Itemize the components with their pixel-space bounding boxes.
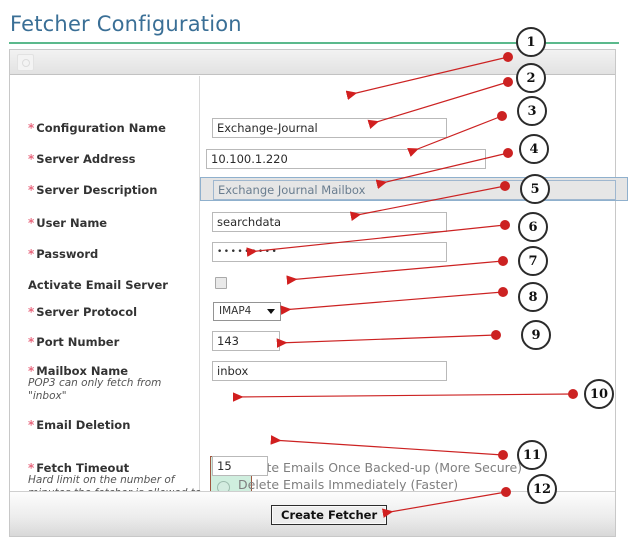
required-asterisk: * xyxy=(28,461,35,475)
callout-5: 5 xyxy=(520,174,550,204)
fetcher-configuration-screen: Fetcher Configuration * Configuration Nam… xyxy=(0,0,636,557)
column-divider xyxy=(199,76,200,491)
mailbox-name-input[interactable]: inbox xyxy=(212,361,447,381)
label-configuration-name: * Configuration Name xyxy=(28,121,166,135)
field-label-text: Mailbox Name xyxy=(36,364,129,378)
radio-label-delete-immediately[interactable]: Delete Emails Immediately (Faster) xyxy=(238,477,458,492)
server-address-input[interactable]: 10.100.1.220 xyxy=(206,149,486,169)
label-mailbox-name: * Mailbox Name xyxy=(28,364,128,378)
callout-1: 1 xyxy=(516,27,546,57)
user-name-input[interactable]: searchdata xyxy=(212,212,447,232)
field-label-text: Server Description xyxy=(36,183,158,197)
required-asterisk: * xyxy=(28,247,35,261)
chevron-down-icon xyxy=(267,309,275,314)
label-port-number: * Port Number xyxy=(28,335,119,349)
field-label-text: Password xyxy=(36,247,99,261)
callout-8: 8 xyxy=(518,282,548,312)
label-activate-email-server: Activate Email Server xyxy=(28,278,168,292)
required-asterisk: * xyxy=(28,418,35,432)
server-protocol-value: IMAP4 xyxy=(219,305,252,317)
required-asterisk: * xyxy=(28,152,35,166)
field-label-text: Server Protocol xyxy=(36,305,138,319)
callout-12: 12 xyxy=(527,474,557,504)
fetch-timeout-input[interactable]: 15 xyxy=(212,456,268,476)
required-asterisk: * xyxy=(28,335,35,349)
label-user-name: * User Name xyxy=(28,216,107,230)
panel-footer: Create Fetcher xyxy=(10,491,615,536)
label-password: * Password xyxy=(28,247,98,261)
label-email-deletion: * Email Deletion xyxy=(28,418,130,432)
field-label-text: Port Number xyxy=(36,335,120,349)
required-asterisk: * xyxy=(28,121,35,135)
port-number-input[interactable]: 143 xyxy=(212,331,280,351)
page-title: Fetcher Configuration xyxy=(10,12,242,36)
callout-2: 2 xyxy=(516,63,546,93)
field-label-text: Activate Email Server xyxy=(28,278,168,292)
field-label-text: Fetch Timeout xyxy=(36,461,130,475)
field-label-text: User Name xyxy=(36,216,108,230)
label-server-description: * Server Description xyxy=(28,183,157,197)
server-description-input[interactable]: Exchange Journal Mailbox xyxy=(213,180,616,200)
activate-email-server-checkbox[interactable] xyxy=(215,277,227,289)
image-placeholder-icon[interactable] xyxy=(17,54,34,71)
field-label-text: Configuration Name xyxy=(36,121,166,135)
required-asterisk: * xyxy=(28,216,35,230)
label-fetch-timeout: * Fetch Timeout xyxy=(28,461,129,475)
radio-label-delete-after-backup[interactable]: Delete Emails Once Backed-up (More Secur… xyxy=(238,460,522,475)
callout-9: 9 xyxy=(521,320,551,350)
callout-10: 10 xyxy=(584,379,614,409)
password-input[interactable]: ••••••••• xyxy=(212,242,447,262)
callout-7: 7 xyxy=(518,246,548,276)
mailbox-name-hint: POP3 can only fetch from "inbox" xyxy=(28,377,162,402)
required-asterisk: * xyxy=(28,364,35,378)
field-label-text: Email Deletion xyxy=(36,418,131,432)
callout-11: 11 xyxy=(517,440,547,470)
callout-6: 6 xyxy=(518,212,548,242)
field-label-text: Server Address xyxy=(36,152,136,166)
configuration-name-input[interactable]: Exchange-Journal xyxy=(212,118,447,138)
required-asterisk: * xyxy=(28,183,35,197)
callout-4: 4 xyxy=(519,134,549,164)
label-server-address: * Server Address xyxy=(28,152,136,166)
create-fetcher-button[interactable]: Create Fetcher xyxy=(271,505,388,525)
callout-3: 3 xyxy=(517,96,547,126)
server-protocol-select[interactable]: IMAP4 xyxy=(213,302,281,321)
label-server-protocol: * Server Protocol xyxy=(28,305,137,319)
required-asterisk: * xyxy=(28,305,35,319)
